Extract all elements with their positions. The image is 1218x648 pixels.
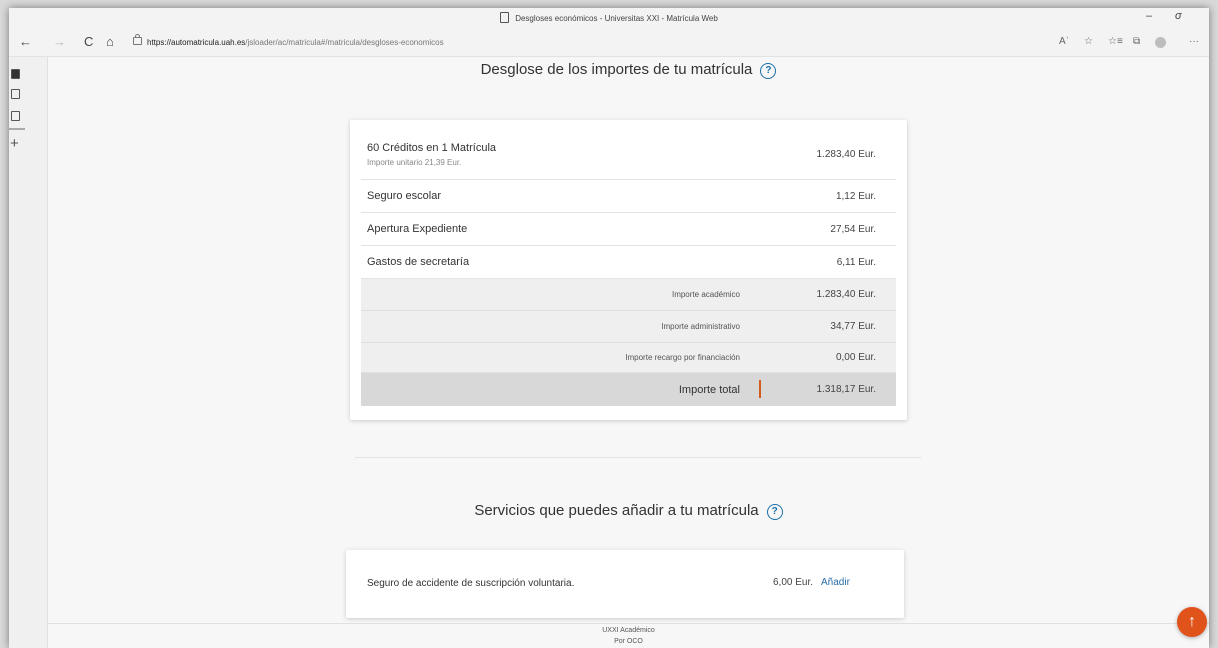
section-divider [355,457,921,458]
subtotal-row: Importe académico 1.283,40 Eur. [361,279,896,311]
row-label: Gastos de secretaría [367,256,470,268]
add-service-link[interactable]: Añadir [821,577,850,588]
minimize-icon[interactable]: – [1146,10,1152,22]
total-amount: 1.318,17 Eur. [816,384,877,395]
subtotal-label: Importe académico [671,290,740,299]
page-icon [500,12,510,23]
subtotal-amount: 1.283,40 Eur. [816,289,877,300]
active-tab-indicator [9,128,25,130]
more-icon[interactable]: ··· [1189,36,1199,47]
service-label: Seguro de accidente de suscripción volun… [367,578,575,589]
row-amount: 1,12 Eur. [835,191,876,202]
breakdown-card: 60 Créditos en 1 Matrícula Importe unita… [350,120,907,420]
add-favorite-icon[interactable]: ☆ [1084,36,1093,47]
subtotal-label: Importe administrativo [661,322,740,331]
subtotal-row: Importe administrativo 34,77 Eur. [361,311,896,343]
window-title: Desgloses económicos - Universitas XXI -… [9,12,1209,23]
row-sublabel: Importe unitario 21,39 Eur. [367,158,462,167]
help-icon[interactable]: ? [766,504,783,520]
breakdown-title: Desglose de los importes de tu matrícula [480,61,753,78]
total-label: Importe total [678,384,740,396]
lock-icon[interactable] [133,34,142,45]
row-amount: 27,54 Eur. [830,224,876,235]
services-heading: Servicios que puedes añadir a tu matrícu… [48,502,1209,520]
row-label: 60 Créditos en 1 Matrícula [367,142,497,154]
url-host: https://automatricula.uah.es [147,38,246,47]
subtotal-row: Importe recargo por financiación 0,00 Eu… [361,343,896,373]
scroll-to-top-button[interactable]: ↑ [1177,607,1207,637]
title-bar: Desgloses económicos - Universitas XXI -… [9,8,1209,30]
breakdown-row: Seguro escolar 1,12 Eur. [361,180,896,213]
subtotal-amount: 34,77 Eur. [830,321,876,332]
restore-icon[interactable]: σ [1175,10,1182,22]
collections-icon[interactable]: ⧉ [1133,36,1140,47]
tab-actions-icon[interactable] [11,69,20,79]
breakdown-heading: Desglose de los importes de tu matrícula… [48,61,1209,79]
address-bar-row: ← → C ⌂ https://automatricula.uah.es/jsl… [9,30,1209,57]
footer-product: UXXI Académico [602,627,655,634]
browser-window: Desgloses económicos - Universitas XXI -… [9,8,1209,648]
home-icon[interactable]: ⌂ [106,35,114,49]
row-label: Apertura Expediente [367,223,468,235]
new-tab-icon[interactable]: + [10,136,19,151]
read-aloud-icon[interactable]: Aʾ [1059,36,1069,47]
tab-page-icon-active[interactable] [11,111,20,121]
subtotal-label: Importe recargo por financiación [625,353,740,362]
arrow-up-icon: ↑ [1188,613,1196,630]
total-row: Importe total 1.318,17 Eur. [361,373,896,406]
total-accent-bar [759,380,761,398]
subtotal-amount: 0,00 Eur. [835,352,876,363]
favorites-icon[interactable]: ☆≡ [1108,36,1123,47]
row-amount: 6,11 Eur. [836,257,876,268]
services-title: Servicios que puedes añadir a tu matrícu… [474,502,759,519]
url-field[interactable]: https://automatricula.uah.es/jsloader/ac… [147,38,444,47]
back-icon[interactable]: ← [19,35,32,49]
forward-icon[interactable]: → [53,35,66,49]
breakdown-row: 60 Créditos en 1 Matrícula Importe unita… [361,120,896,180]
window-title-text: Desgloses económicos - Universitas XXI -… [515,14,718,23]
service-amount: 6,00 Eur. [773,577,814,588]
help-icon[interactable]: ? [760,63,777,79]
footer-divider [48,623,1209,624]
tab-page-icon[interactable] [11,89,20,99]
reload-icon[interactable]: C [84,35,93,49]
profile-avatar[interactable] [1155,37,1166,48]
breakdown-row: Apertura Expediente 27,54 Eur. [361,213,896,246]
row-amount: 1.283,40 Eur. [816,149,877,160]
footer-vendor: Por OCO [614,638,643,645]
page-content: Desglose de los importes de tu matrícula… [48,57,1209,648]
breakdown-row: Gastos de secretaría 6,11 Eur. [361,246,896,279]
row-label: Seguro escolar [367,190,441,202]
service-card: Seguro de accidente de suscripción volun… [346,550,904,618]
vertical-tabs-sidebar: + [9,57,48,648]
url-path: /jsloader/ac/matricula#/matricula/desglo… [245,38,444,47]
